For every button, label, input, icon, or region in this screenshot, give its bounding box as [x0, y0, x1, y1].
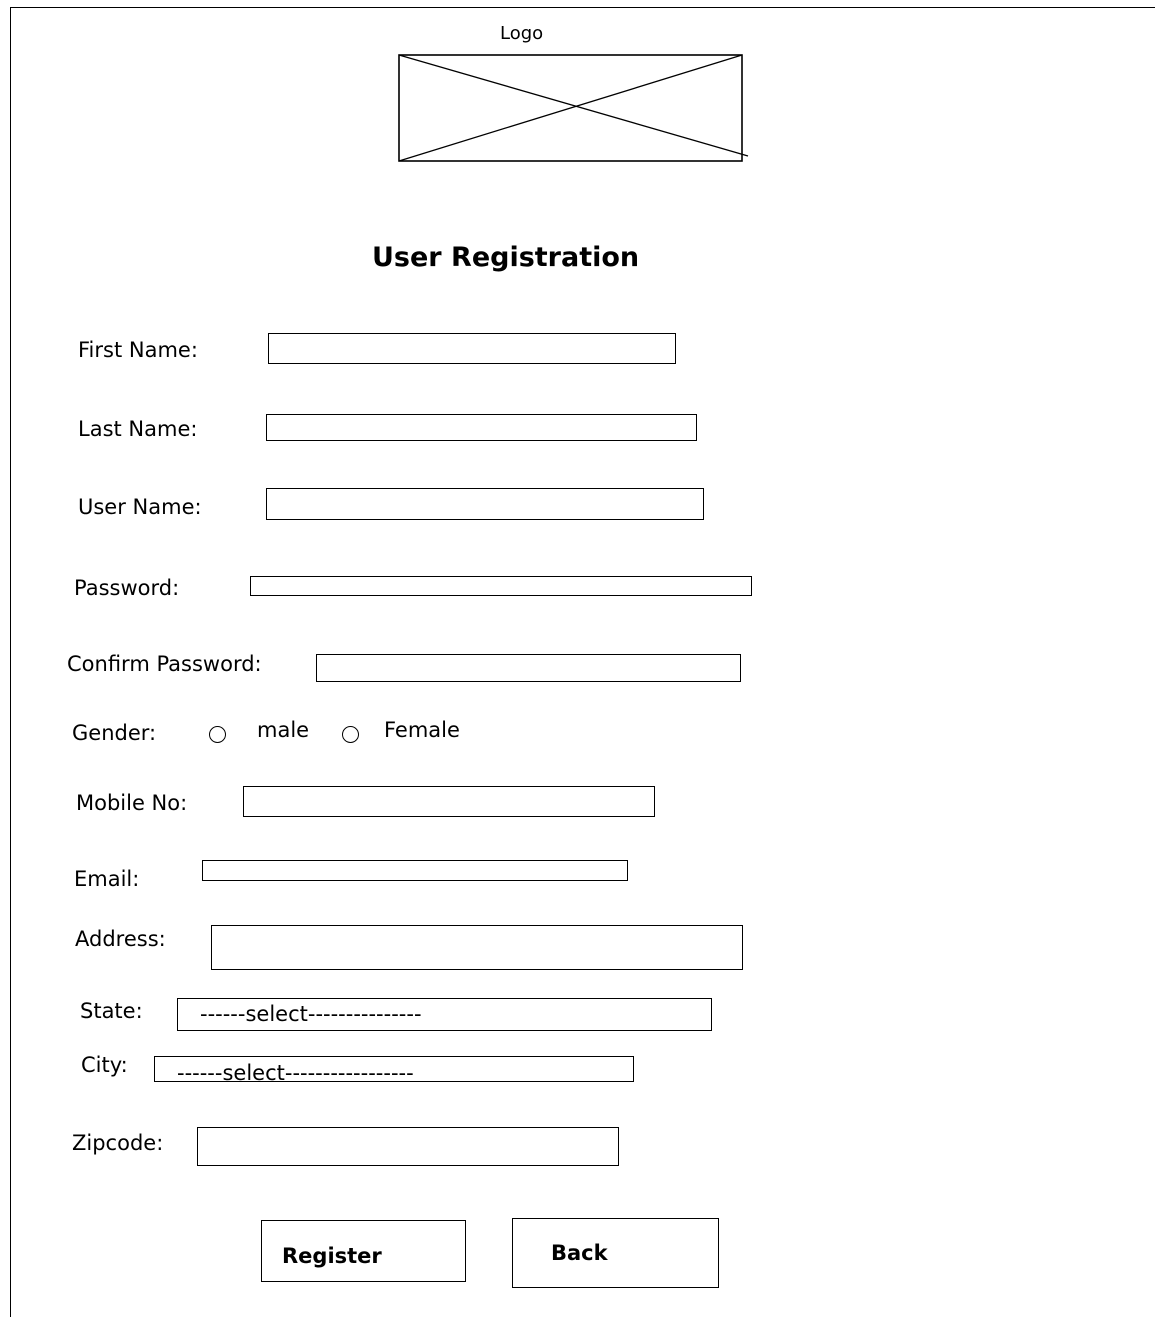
- address-label: Address:: [75, 927, 166, 951]
- last-name-label: Last Name:: [78, 417, 198, 441]
- gender-female-label: Female: [384, 718, 460, 742]
- city-label: City:: [81, 1053, 128, 1077]
- gender-male-label: male: [257, 718, 310, 742]
- password-input[interactable]: [250, 576, 752, 596]
- zipcode-label: Zipcode:: [72, 1131, 164, 1155]
- user-name-input[interactable]: [266, 488, 704, 520]
- page-title: User Registration: [372, 242, 640, 273]
- logo-label: Logo: [500, 23, 544, 44]
- last-name-input[interactable]: [266, 414, 697, 441]
- logo-image-placeholder: [398, 54, 749, 162]
- gender-label: Gender:: [72, 721, 157, 745]
- zipcode-input[interactable]: [197, 1127, 619, 1166]
- password-label: Password:: [74, 576, 180, 600]
- state-select[interactable]: ------select---------------: [177, 998, 712, 1031]
- address-input[interactable]: [211, 925, 743, 970]
- email-label: Email:: [74, 867, 140, 891]
- confirm-password-label: Confirm Password:: [67, 652, 262, 676]
- first-name-label: First Name:: [78, 338, 198, 362]
- mobile-label: Mobile No:: [76, 791, 188, 815]
- confirm-password-input[interactable]: [316, 654, 741, 682]
- state-label: State:: [80, 999, 143, 1023]
- user-name-label: User Name:: [78, 495, 202, 519]
- gender-male-radio[interactable]: [209, 726, 226, 743]
- city-select[interactable]: ------select-----------------: [154, 1056, 634, 1082]
- register-button[interactable]: Register: [261, 1220, 466, 1282]
- back-button[interactable]: Back: [512, 1218, 719, 1288]
- first-name-input[interactable]: [268, 333, 676, 364]
- mobile-input[interactable]: [243, 786, 655, 817]
- gender-female-radio[interactable]: [342, 726, 359, 743]
- email-input[interactable]: [202, 860, 628, 881]
